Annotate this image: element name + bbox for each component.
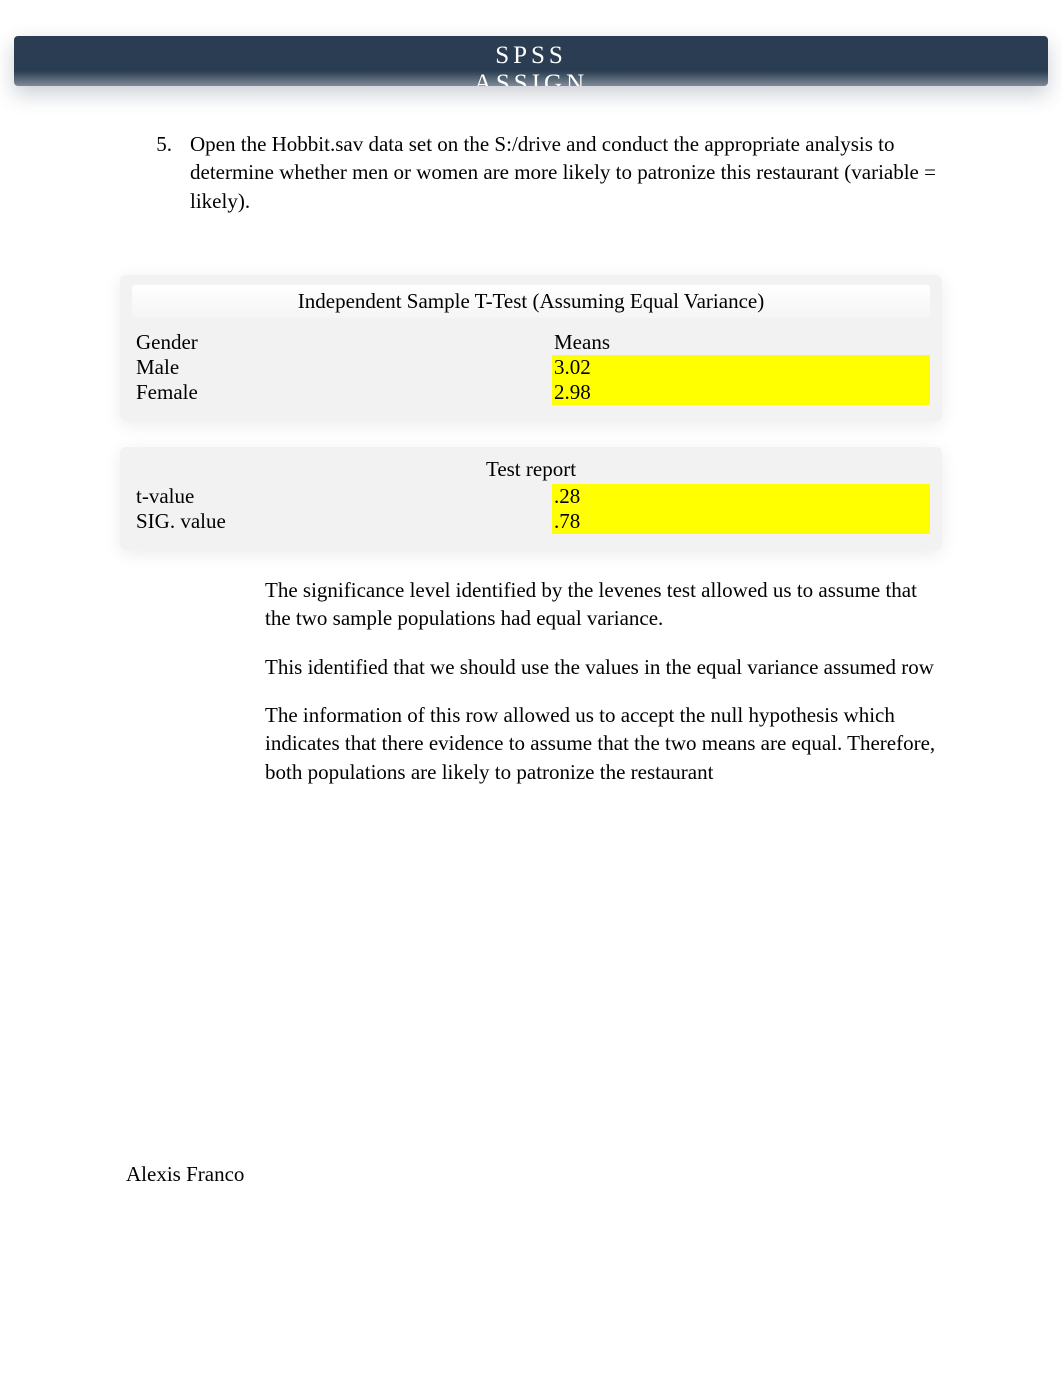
row-label-tvalue: t-value: [132, 484, 552, 509]
header-gender-label: Gender: [132, 330, 552, 355]
bullet-icon: [235, 701, 265, 786]
author-name: Alexis Franco: [126, 1162, 244, 1187]
table-row: t-value .28: [132, 484, 930, 509]
bullet-icon: [235, 653, 265, 681]
list-item: The significance level identified by the…: [235, 576, 942, 633]
question-5: 5. Open the Hobbit.sav data set on the S…: [120, 130, 942, 215]
row-label-sigvalue: SIG. value: [132, 509, 552, 534]
question-number: 5.: [120, 130, 190, 215]
document-header-banner: SPSS ASSIGN: [14, 36, 1048, 86]
header-title-line-2: ASSIGN: [474, 70, 588, 87]
table-row: Male 3.02: [132, 355, 930, 380]
header-means-label: Means: [552, 330, 930, 355]
table-header-row: Gender Means: [132, 330, 930, 355]
bullet-text-2: This identified that we should use the v…: [265, 653, 942, 681]
table-row: Female 2.98: [132, 380, 930, 405]
list-item: The information of this row allowed us t…: [235, 701, 942, 786]
bullet-list: The significance level identified by the…: [120, 576, 942, 786]
row-label-female: Female: [132, 380, 552, 405]
test-report-block: Test report t-value .28 SIG. value .78: [120, 447, 942, 550]
row-label-male: Male: [132, 355, 552, 380]
row-value-tvalue: .28: [552, 484, 930, 509]
row-value-male: 3.02: [552, 355, 930, 380]
row-value-female: 2.98: [552, 380, 930, 405]
table-row: SIG. value .78: [132, 509, 930, 534]
list-item: This identified that we should use the v…: [235, 653, 942, 681]
header-title-line-1: SPSS: [495, 42, 567, 70]
ttest-means-block: Independent Sample T-Test (Assuming Equa…: [120, 275, 942, 421]
question-text: Open the Hobbit.sav data set on the S:/d…: [190, 130, 942, 215]
row-value-sigvalue: .78: [552, 509, 930, 534]
bullet-text-3: The information of this row allowed us t…: [265, 701, 942, 786]
ttest-block-title: Independent Sample T-Test (Assuming Equa…: [132, 285, 930, 318]
test-report-title: Test report: [132, 457, 930, 482]
bullet-icon: [235, 576, 265, 633]
bullet-text-1: The significance level identified by the…: [265, 576, 942, 633]
content-area: 5. Open the Hobbit.sav data set on the S…: [0, 130, 1062, 806]
